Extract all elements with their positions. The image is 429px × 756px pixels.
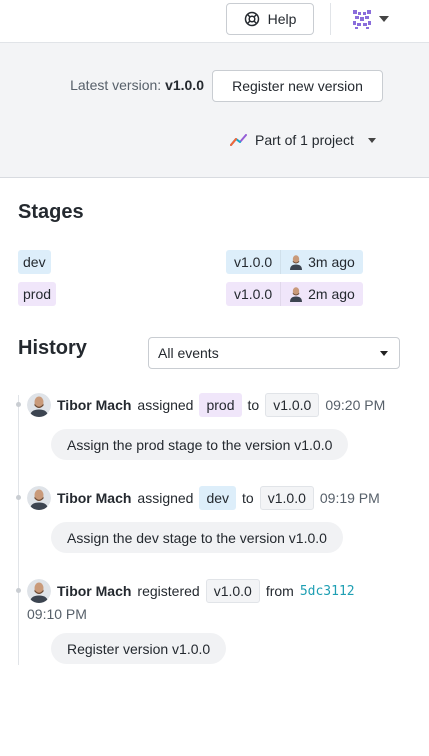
stage-name[interactable]: prod [18,282,57,306]
help-button[interactable]: Help [226,3,314,35]
user-avatar-icon [27,579,51,603]
topbar-divider [330,3,331,35]
timeline-dot [16,495,21,500]
user-avatar-icon [290,255,303,270]
latest-version-label: Latest version: [70,77,162,93]
history-event: Tibor Mach assigned dev to v1.0.0 09:19 … [27,485,380,511]
event-user[interactable]: Tibor Mach [57,583,131,599]
help-button-label: Help [267,11,297,27]
stage-updated: 2m ago [280,282,363,306]
events-filter-select[interactable]: All events [148,337,400,369]
event-time: 09:20 PM [325,397,386,413]
event-stage-chip[interactable]: prod [199,393,242,417]
event-connector: from [265,583,294,599]
stage-row-dev: dev v1.0.0 3m ago [18,250,366,274]
event-connector: to [247,397,260,413]
event-stage-chip[interactable]: dev [199,486,237,510]
user-avatar-icon [290,287,303,302]
event-connector: to [242,490,254,506]
history-event: Tibor Mach registered v1.0.0 from 5dc311… [27,578,355,622]
history-event: Tibor Mach assigned prod to v1.0.0 09:20… [27,392,385,418]
register-new-version-button[interactable]: Register new version [212,70,383,102]
trend-line-icon [230,134,247,146]
stage-version[interactable]: v1.0.0 [226,250,280,274]
commit-sha-link[interactable]: 5dc3112 [300,584,355,599]
user-avatar-icon [27,486,51,510]
chevron-down-icon [379,16,389,22]
events-filter-value: All events [158,345,219,361]
caret-down-icon [380,351,388,356]
lifebuoy-icon [244,11,259,27]
stage-row-prod: prod v1.0.0 2m ago [18,282,366,306]
latest-version: Latest version: v1.0.0 [70,77,204,93]
stages-title: Stages [18,201,84,223]
user-avatar-icon [27,393,51,417]
event-message: Register version v1.0.0 [51,633,227,664]
caret-down-icon [367,137,376,143]
event-user[interactable]: Tibor Mach [57,397,131,413]
stage-updated: 3m ago [280,250,363,274]
stage-version-info: v1.0.0 2m ago [226,282,363,306]
stage-name[interactable]: dev [18,250,51,274]
project-dropdown-label: Part of 1 project [255,132,354,148]
timeline-dot [16,588,21,593]
user-menu[interactable] [349,6,389,32]
version-header: Latest version: v1.0.0 Register new vers… [0,43,429,178]
top-bar: Help [0,0,429,43]
stage-updated-ago: 3m ago [308,254,355,270]
event-version-chip[interactable]: v1.0.0 [265,393,320,417]
event-message: Assign the prod stage to the version v1.… [51,429,349,460]
event-time: 09:10 PM [27,606,87,622]
latest-version-value: v1.0.0 [165,77,204,93]
project-dropdown[interactable]: Part of 1 project [230,132,376,148]
event-user[interactable]: Tibor Mach [57,490,131,506]
user-avatar-icon [350,7,374,31]
event-action: assigned [137,397,194,413]
stage-version[interactable]: v1.0.0 [226,282,280,306]
stage-updated-ago: 2m ago [308,286,355,302]
event-time: 09:19 PM [319,490,380,506]
event-version-chip[interactable]: v1.0.0 [259,486,314,510]
event-version-chip[interactable]: v1.0.0 [205,579,260,603]
timeline-dot [16,402,21,407]
event-action: registered [137,583,200,599]
event-action: assigned [137,490,194,506]
timeline-line [18,395,19,665]
history-title: History [18,337,87,359]
stage-version-info: v1.0.0 3m ago [226,250,363,274]
event-message: Assign the dev stage to the version v1.0… [51,522,343,553]
